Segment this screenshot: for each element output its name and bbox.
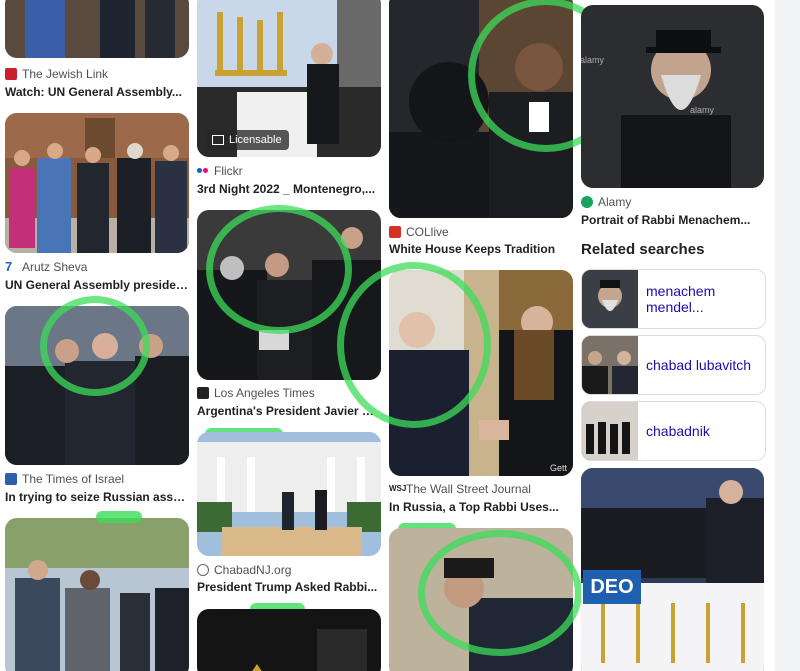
related-search-chabad-lubavitch[interactable]: chabad lubavitch: [581, 335, 766, 395]
alamy-watermark: alamy: [690, 105, 715, 115]
page-scrollbar[interactable]: [775, 0, 800, 671]
result-title-6[interactable]: President Trump Asked Rabbi...: [197, 580, 381, 594]
flickr-favicon-icon: [197, 165, 209, 177]
related-search-label: chabadnik: [646, 423, 710, 439]
result-title-2[interactable]: UN General Assembly president...: [5, 278, 189, 292]
result-title-1[interactable]: Watch: UN General Assembly...: [5, 85, 189, 99]
result-source-3[interactable]: The Times of Israel: [5, 472, 189, 486]
result-title-4[interactable]: 3rd Night 2022 _ Montenegro,...: [197, 182, 381, 196]
related-search-label: chabad lubavitch: [646, 357, 752, 373]
result-title-7[interactable]: White House Keeps Tradition: [389, 242, 573, 256]
jewish-link-favicon-icon: [5, 68, 17, 80]
image-icon: [212, 135, 224, 145]
related-searches-heading: Related searches: [581, 241, 705, 258]
green-highlight-circle: [40, 296, 150, 396]
result-title-3[interactable]: In trying to seize Russian assets...: [5, 490, 189, 504]
result-image-12[interactable]: [581, 5, 764, 188]
la-times-favicon-icon: [197, 387, 209, 399]
related-search-label: menachem mendel...: [646, 283, 716, 315]
result-image-1[interactable]: [5, 0, 189, 58]
deo-banner-text: DEO: [583, 570, 641, 604]
result-source-1[interactable]: The Jewish Link: [5, 67, 189, 81]
chabad-favicon-icon: [197, 564, 209, 576]
related-thumbnail: [582, 336, 638, 394]
result-title-5[interactable]: Argentina's President Javier Mil...: [197, 404, 381, 418]
wsj-favicon-icon: WSJ: [389, 484, 407, 493]
result-image-2[interactable]: [5, 113, 189, 253]
green-highlight-circle: [337, 262, 491, 428]
green-highlight-mark: [96, 511, 142, 523]
result-image-7[interactable]: [197, 432, 381, 556]
times-of-israel-favicon-icon: [5, 473, 17, 485]
arutz-sheva-favicon-icon: 7: [5, 260, 13, 274]
result-source-4[interactable]: Flickr: [197, 164, 381, 178]
result-image-4[interactable]: [5, 518, 189, 671]
related-thumbnail: [582, 270, 638, 328]
result-source-2[interactable]: 7 Arutz Sheva: [5, 260, 189, 274]
alamy-favicon-icon: [581, 196, 593, 208]
result-source-6[interactable]: ChabadNJ.org: [197, 563, 381, 577]
getty-watermark: Gett: [550, 463, 568, 473]
result-title-8[interactable]: In Russia, a Top Rabbi Uses...: [389, 500, 573, 514]
result-source-9[interactable]: Alamy: [581, 195, 764, 209]
image-results-grid: The Jewish Link Watch: UN General Assemb…: [0, 0, 775, 671]
result-source-8[interactable]: WSJ The Wall Street Journal: [389, 482, 573, 496]
related-search-menachem-mendel[interactable]: menachem mendel...: [581, 269, 766, 329]
licensable-badge: Licensable: [205, 130, 289, 150]
result-image-8[interactable]: [197, 609, 381, 671]
related-search-chabadnik[interactable]: chabadnik: [581, 401, 766, 461]
result-source-7[interactable]: COLlive: [389, 225, 573, 239]
related-thumbnail: [582, 402, 638, 460]
green-highlight-circle: [206, 205, 352, 334]
result-title-9[interactable]: Portrait of Rabbi Menachem...: [581, 213, 764, 227]
green-highlight-circle: [418, 530, 582, 656]
collive-favicon-icon: [389, 226, 401, 238]
alamy-watermark: alamy: [580, 55, 605, 65]
